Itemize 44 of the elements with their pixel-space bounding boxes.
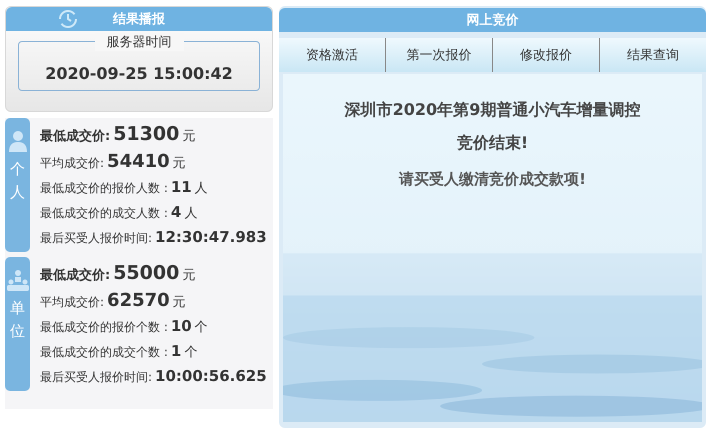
stat-value: 4 (170, 203, 182, 221)
stat-label: 平均成交价: (40, 155, 104, 172)
refresh-clock-icon (58, 9, 78, 29)
panel-title: 结果播报 (113, 11, 165, 28)
stat-value: 11 (170, 178, 192, 196)
stat-value: 10 (170, 317, 192, 335)
stat-unit: 元 (182, 267, 196, 284)
stat-value: 51300 (113, 123, 180, 145)
stat-value: 62570 (107, 290, 170, 311)
stat-label: 最低成交价: (40, 128, 110, 145)
server-time-label: 服务器时间 (94, 33, 184, 51)
stat-label: 最后买受人报价时间: (40, 230, 152, 247)
stat-value: 55000 (113, 262, 180, 284)
notice-headline: 竞价结束! (456, 133, 528, 154)
stat-label: 最低成交价的报价个数 : (40, 319, 168, 336)
stat-unit: 元 (172, 294, 186, 311)
panel-title: 网上竞价 (466, 12, 518, 29)
side-tab-label: 个人 (10, 159, 25, 202)
stat-unit: 元 (172, 155, 186, 172)
notice-headline: 深圳市2020年第9期普通小汽车增量调控 (344, 100, 640, 121)
side-tab-label: 单位 (10, 298, 25, 342)
stat-label: 最低成交价的成交人数 : (40, 205, 168, 222)
stat-unit: 个 (194, 319, 208, 336)
stat-value: 10:00:56.625 (155, 367, 267, 385)
server-time-value: 2020-09-25 15:00:42 (45, 64, 233, 83)
people-group-icon (6, 269, 30, 291)
stat-value: 1 (170, 342, 182, 360)
stat-label: 最低成交价的成交个数 : (40, 344, 168, 361)
stat-unit: 元 (182, 128, 196, 145)
tab[interactable]: 结果查询 (600, 38, 706, 72)
stat-value: 12:30:47.983 (155, 228, 267, 246)
stat-value: 54410 (107, 151, 170, 172)
tab[interactable]: 资格激活 (279, 38, 386, 72)
stat-label: 最低成交价: (40, 266, 110, 284)
stat-unit: 人 (194, 180, 208, 197)
stat-unit: 个 (184, 344, 198, 361)
stat-label: 最低成交价的报价人数 : (40, 180, 168, 197)
tab[interactable]: 修改报价 (493, 38, 600, 72)
stat-label: 最后买受人报价时间: (40, 369, 152, 386)
person-icon (8, 130, 28, 152)
stat-unit: 人 (184, 205, 198, 222)
tab[interactable]: 第一次报价 (386, 38, 493, 72)
notice-message: 请买受人缴清竞价成交款项! (399, 170, 586, 189)
stat-label: 平均成交价: (40, 294, 104, 311)
